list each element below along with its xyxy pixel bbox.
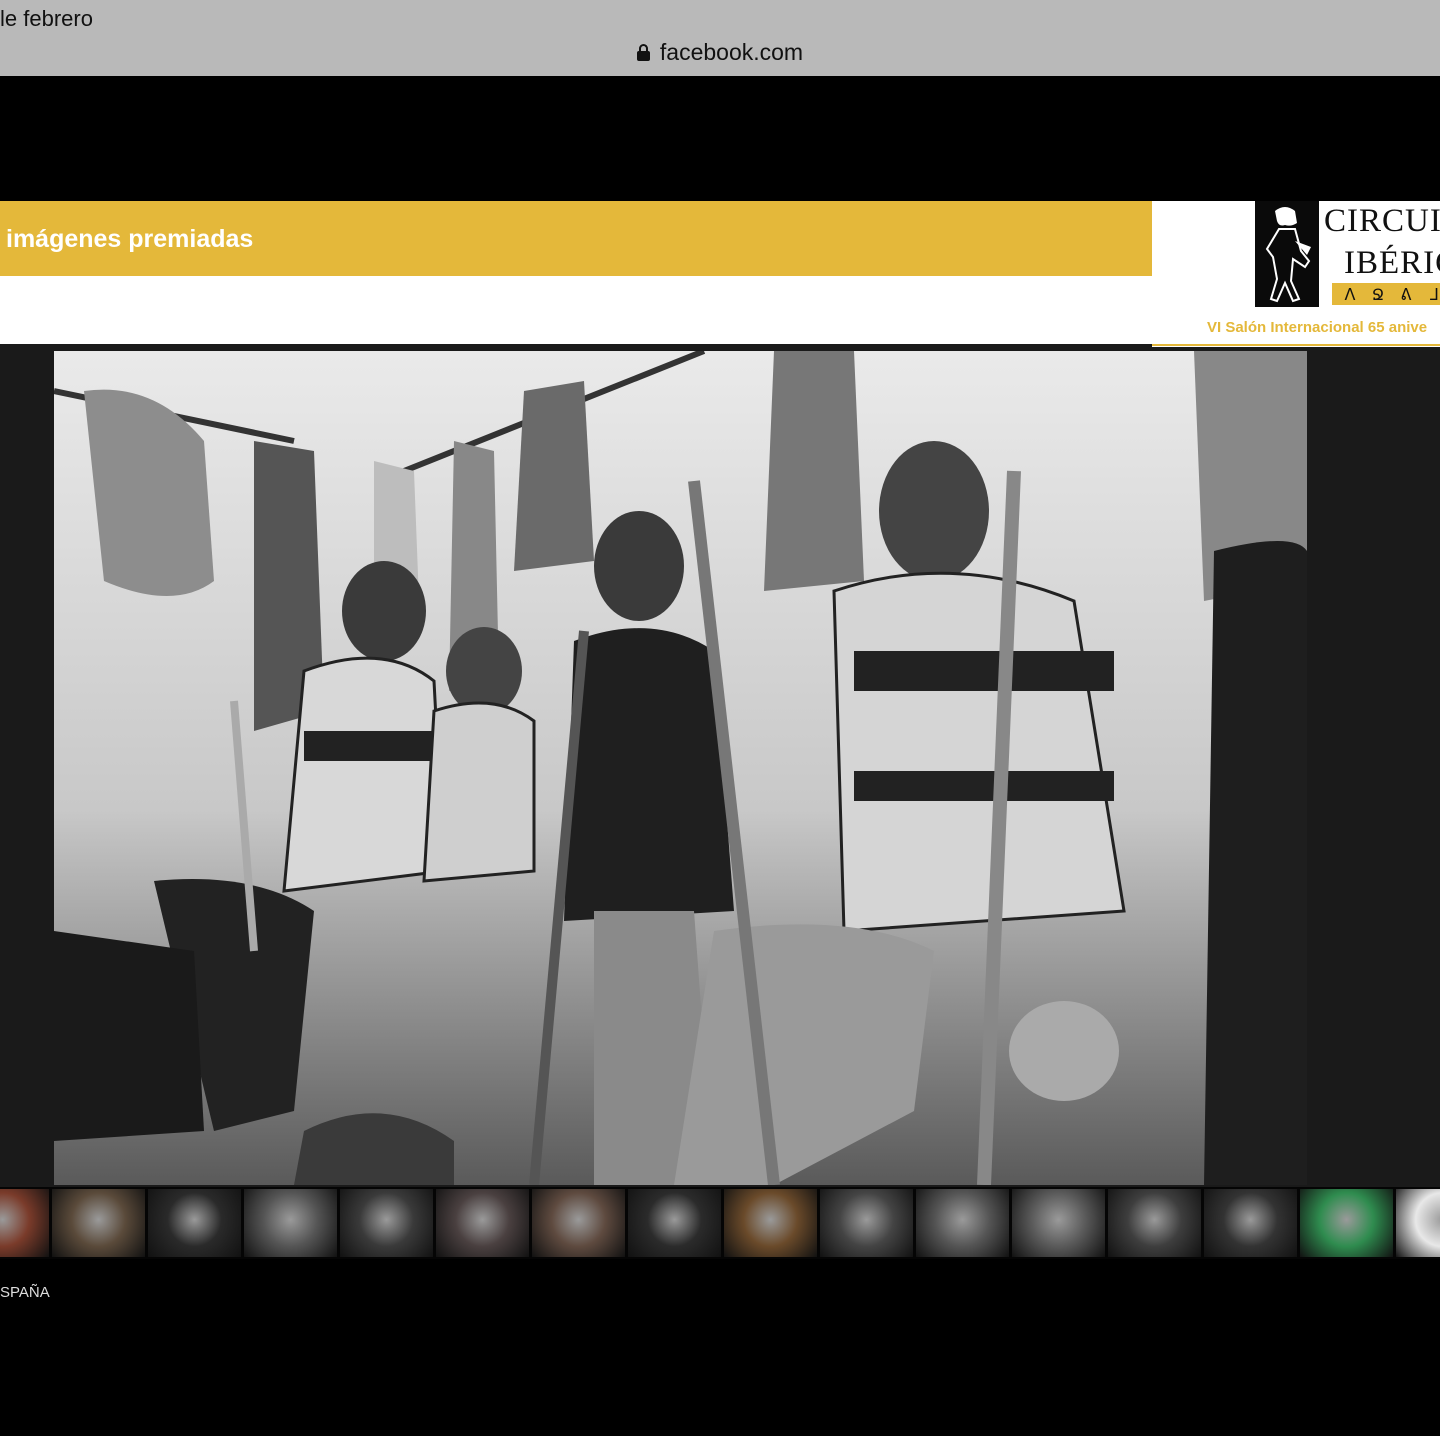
lock-icon [636, 43, 650, 61]
thumbnail[interactable] [1012, 1189, 1105, 1257]
footer-country-label: SPAÑA [0, 1284, 50, 1301]
tab-title[interactable]: le febrero [0, 6, 93, 32]
main-photo[interactable] [54, 351, 1307, 1185]
logo-underline [1152, 344, 1440, 346]
address-bar[interactable]: facebook.com [0, 36, 1440, 68]
header-band: imágenes premiadas CIRCUIT IBÉRIC ᐱ Ջ ᕕ … [0, 201, 1440, 347]
logo-glyph: Ջ [1371, 284, 1385, 304]
page-content: imágenes premiadas CIRCUIT IBÉRIC ᐱ Ջ ᕕ … [0, 76, 1440, 1436]
logo-line-1: CIRCUIT [1324, 203, 1440, 239]
browser-chrome: le febrero facebook.com [0, 0, 1440, 76]
warrior-emblem-icon [1255, 201, 1319, 307]
thumbnail[interactable] [1204, 1189, 1297, 1257]
thumbnail[interactable] [1300, 1189, 1393, 1257]
thumbnail[interactable] [244, 1189, 337, 1257]
logo-line-2: IBÉRIC [1344, 245, 1440, 281]
logo-glyph: ᐱ [1344, 284, 1356, 304]
thumbnail[interactable] [1108, 1189, 1201, 1257]
thumbnail[interactable] [1396, 1189, 1440, 1257]
circuit-logo[interactable]: CIRCUIT IBÉRIC ᐱ Ջ ᕕ ᒧ VI Salón Internac… [1152, 201, 1440, 347]
thumbnail[interactable] [724, 1189, 817, 1257]
thumbnail[interactable] [52, 1189, 145, 1257]
thumbnail[interactable] [340, 1189, 433, 1257]
logo-tagline: VI Salón Internacional 65 anive [1207, 319, 1428, 336]
banner: imágenes premiadas [0, 201, 1152, 276]
thumbnail[interactable] [916, 1189, 1009, 1257]
photo-viewer [0, 347, 1440, 1187]
logo-glyph: ᒧ [1429, 284, 1439, 304]
logo-glyph: ᕕ [1400, 284, 1412, 304]
thumbnail[interactable] [436, 1189, 529, 1257]
thumbnail[interactable] [532, 1189, 625, 1257]
thumbnail[interactable] [628, 1189, 721, 1257]
thumbnail[interactable] [820, 1189, 913, 1257]
thumbnail-strip [0, 1187, 1440, 1259]
banner-title: imágenes premiadas [6, 225, 254, 253]
thumbnail[interactable] [0, 1189, 49, 1257]
url-text[interactable]: facebook.com [660, 39, 803, 66]
thumbnail[interactable] [148, 1189, 241, 1257]
logo-glyph-bar: ᐱ Ջ ᕕ ᒧ [1332, 283, 1440, 305]
